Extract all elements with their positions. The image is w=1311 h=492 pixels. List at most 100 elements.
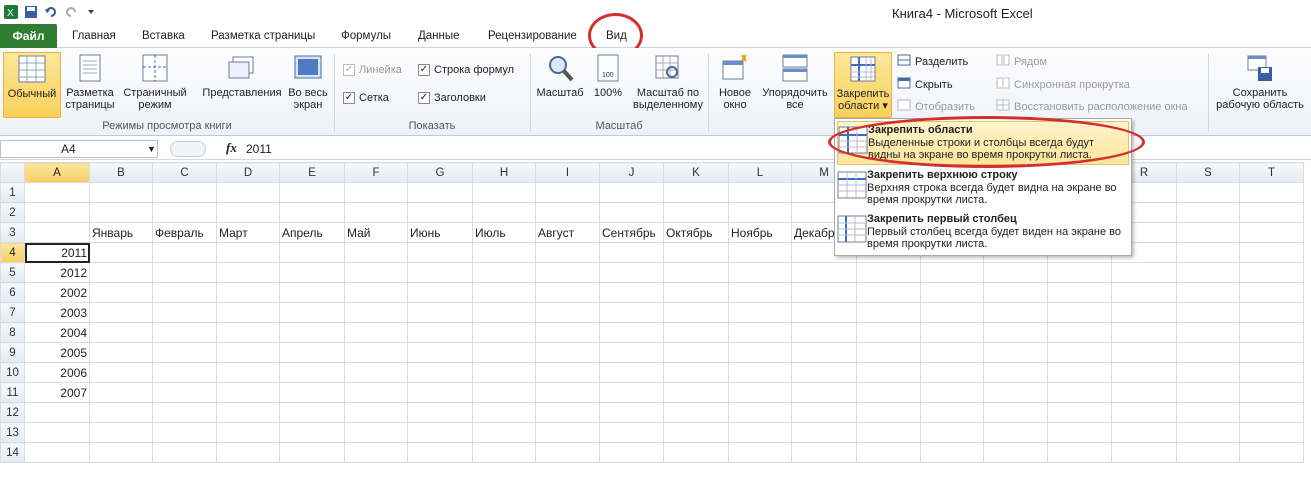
name-box-dropdown-icon[interactable]: ▼: [147, 144, 156, 154]
cell[interactable]: [599, 302, 664, 323]
cell[interactable]: [1047, 442, 1112, 463]
cell[interactable]: [216, 442, 280, 463]
cell[interactable]: [663, 282, 729, 303]
cell[interactable]: [344, 302, 408, 323]
cell[interactable]: Февраль: [152, 222, 217, 243]
cell[interactable]: [472, 402, 536, 423]
cell[interactable]: [407, 242, 473, 263]
cell[interactable]: Июнь: [407, 222, 473, 243]
name-box[interactable]: A4 ▼: [0, 140, 158, 158]
cell[interactable]: [216, 302, 280, 323]
tab-insert[interactable]: Вставка: [142, 30, 185, 42]
cell[interactable]: [1176, 442, 1240, 463]
cell[interactable]: Январь: [89, 222, 153, 243]
cell[interactable]: [279, 322, 345, 343]
cell[interactable]: [856, 302, 921, 323]
fullscreen-button[interactable]: Во весь экран: [286, 52, 330, 118]
page-layout-view-button[interactable]: Разметка страницы: [63, 52, 117, 118]
cell[interactable]: [152, 362, 217, 383]
column-header[interactable]: G: [407, 162, 473, 183]
cell[interactable]: [1047, 282, 1112, 303]
cell[interactable]: [1176, 342, 1240, 363]
cell[interactable]: [1047, 342, 1112, 363]
cell[interactable]: [728, 302, 792, 323]
cell[interactable]: [728, 202, 792, 223]
save-workspace-button[interactable]: Сохранить рабочую область: [1212, 52, 1308, 118]
cell[interactable]: 2002: [24, 282, 90, 303]
cell[interactable]: [856, 342, 921, 363]
cell[interactable]: [344, 262, 408, 283]
cell[interactable]: [472, 282, 536, 303]
cell[interactable]: 2012: [24, 262, 90, 283]
cell[interactable]: [344, 382, 408, 403]
formula-input[interactable]: 2011: [246, 140, 272, 158]
row-header[interactable]: 8: [0, 322, 25, 343]
cell[interactable]: [279, 282, 345, 303]
cell[interactable]: 2003: [24, 302, 90, 323]
formula-bar-checkbox[interactable]: ✓ Строка формул: [418, 64, 514, 76]
row-header[interactable]: 1: [0, 182, 25, 203]
cell[interactable]: [89, 302, 153, 323]
custom-views-button[interactable]: Представления: [199, 52, 285, 118]
cell[interactable]: [89, 282, 153, 303]
cell[interactable]: [279, 202, 345, 223]
cell[interactable]: [535, 242, 600, 263]
cell[interactable]: [344, 442, 408, 463]
zoom-button[interactable]: Масштаб: [534, 52, 586, 118]
cell[interactable]: [1111, 342, 1177, 363]
cell[interactable]: [1239, 202, 1304, 223]
excel-logo-icon[interactable]: X: [2, 3, 20, 21]
cell[interactable]: [663, 262, 729, 283]
cell[interactable]: [89, 342, 153, 363]
cell[interactable]: [791, 362, 857, 383]
cell[interactable]: [856, 422, 921, 443]
cell[interactable]: [1176, 262, 1240, 283]
cell[interactable]: [1111, 402, 1177, 423]
cell[interactable]: [279, 242, 345, 263]
cell[interactable]: [472, 302, 536, 323]
cell[interactable]: [344, 282, 408, 303]
cell[interactable]: [856, 442, 921, 463]
row-header[interactable]: 13: [0, 422, 25, 443]
cell[interactable]: [472, 362, 536, 383]
page-break-view-button[interactable]: Страничный режим: [119, 52, 191, 118]
cell[interactable]: Май: [344, 222, 408, 243]
cell[interactable]: [983, 382, 1048, 403]
row-header[interactable]: 7: [0, 302, 25, 323]
cell[interactable]: [407, 182, 473, 203]
cell[interactable]: [599, 382, 664, 403]
cell[interactable]: 2005: [24, 342, 90, 363]
cell[interactable]: [535, 422, 600, 443]
cell[interactable]: [24, 402, 90, 423]
column-header[interactable]: I: [535, 162, 600, 183]
cell[interactable]: [472, 262, 536, 283]
cell[interactable]: [663, 322, 729, 343]
row-header[interactable]: 14: [0, 442, 25, 463]
cell[interactable]: [472, 242, 536, 263]
cell[interactable]: [535, 322, 600, 343]
cell[interactable]: [216, 322, 280, 343]
cell[interactable]: [216, 202, 280, 223]
cell[interactable]: [1111, 302, 1177, 323]
column-header[interactable]: K: [663, 162, 729, 183]
insert-function-icon[interactable]: fx: [226, 140, 237, 156]
cell[interactable]: [1239, 362, 1304, 383]
menu-item-freeze-top-row[interactable]: Закрепить верхнюю строку Верхняя строка в…: [837, 167, 1129, 211]
cell[interactable]: [983, 322, 1048, 343]
cell[interactable]: [791, 342, 857, 363]
cell[interactable]: [344, 422, 408, 443]
cell[interactable]: [89, 202, 153, 223]
cell[interactable]: [407, 322, 473, 343]
cell[interactable]: [472, 382, 536, 403]
column-header[interactable]: L: [728, 162, 792, 183]
column-header[interactable]: C: [152, 162, 217, 183]
cell[interactable]: [89, 322, 153, 343]
cell[interactable]: [152, 322, 217, 343]
cell[interactable]: [407, 262, 473, 283]
cell[interactable]: [279, 442, 345, 463]
cell[interactable]: [1176, 282, 1240, 303]
cell[interactable]: [1239, 442, 1304, 463]
cell[interactable]: [856, 382, 921, 403]
unhide-button[interactable]: Отобразить: [897, 99, 975, 114]
cell[interactable]: [24, 202, 90, 223]
